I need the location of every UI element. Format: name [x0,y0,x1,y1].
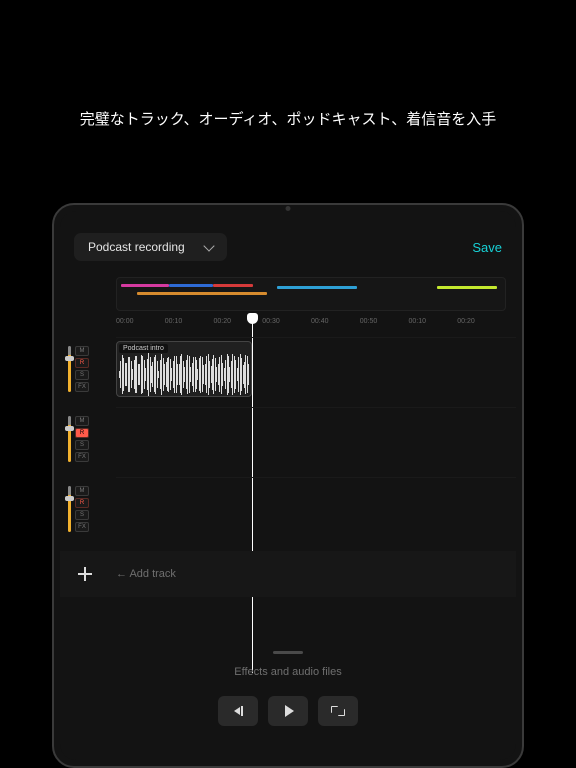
track-fader[interactable] [68,416,71,462]
topbar: Podcast recording Save [74,231,502,263]
track-lane[interactable] [116,477,516,541]
track-row: MRS FX [60,407,516,471]
overview-segment [137,292,267,295]
ruler-tick: 00:00 [116,318,165,334]
track-fader[interactable] [68,346,71,392]
track-lane[interactable]: Podcast intro [116,337,516,401]
record-button[interactable]: R [75,358,89,368]
add-track-label: ← Add track [116,568,176,580]
loop-button[interactable] [318,696,358,726]
overview-segment [437,286,497,289]
audio-clip[interactable]: Podcast intro [116,341,252,397]
tagline: 完璧なトラック、オーディオ、ポッドキャスト、着信音を入手 [0,108,576,129]
track-row: MRS FX Podcast intro [60,337,516,401]
ruler-tick: 00:20 [457,318,506,334]
rewind-button[interactable] [218,696,258,726]
time-ruler[interactable]: 00:0000:1000:2000:3000:4000:5000:1000:20 [116,318,506,334]
save-button[interactable]: Save [472,240,502,255]
solo-button[interactable]: S [75,370,89,380]
clip-label: Podcast intro [119,344,168,353]
track-lane[interactable] [116,407,516,471]
mute-button[interactable]: M [75,416,89,426]
drawer-handle[interactable] [273,651,303,654]
ruler-tick: 00:50 [360,318,409,334]
play-icon [285,705,294,717]
app-screen: Podcast recording Save 00:0000:1000:2000… [60,211,516,760]
solo-button[interactable]: S [75,510,89,520]
play-button[interactable] [268,696,308,726]
track-controls: MRS FX [60,407,116,471]
rewind-icon [234,706,243,716]
track-controls: MRS FX [60,477,116,541]
overview-lanes[interactable] [116,277,506,311]
fx-button[interactable]: FX [75,522,89,532]
waveform [119,356,249,393]
overview-segment [121,284,169,287]
record-button[interactable]: R [75,428,89,438]
mute-button[interactable]: M [75,346,89,356]
track-fader[interactable] [68,486,71,532]
ruler-tick: 00:10 [165,318,214,334]
solo-button[interactable]: S [75,440,89,450]
overview-segment [213,284,253,287]
track-controls: MRS FX [60,337,116,401]
add-track-row[interactable]: ← Add track [60,551,516,597]
fx-button[interactable]: FX [75,382,89,392]
ruler-tick: 00:10 [409,318,458,334]
plus-icon [76,565,94,583]
project-selector[interactable]: Podcast recording [74,233,227,261]
ruler-tick: 00:40 [311,318,360,334]
overview-segment [277,286,357,289]
tablet-frame: Podcast recording Save 00:0000:1000:2000… [52,203,524,768]
drawer-label: Effects and audio files [60,666,516,678]
tracks-container: MRSFXPodcast introMRSFXMRSFX [60,337,516,547]
loop-icon [331,706,345,716]
track-row: MRS FX [60,477,516,541]
mute-button[interactable]: M [75,486,89,496]
record-button[interactable]: R [75,498,89,508]
overview-segment [169,284,213,287]
fx-button[interactable]: FX [75,452,89,462]
chevron-down-icon [203,240,214,251]
transport-controls [218,696,358,726]
ruler-tick: 00:30 [262,318,311,334]
project-name: Podcast recording [88,240,185,254]
